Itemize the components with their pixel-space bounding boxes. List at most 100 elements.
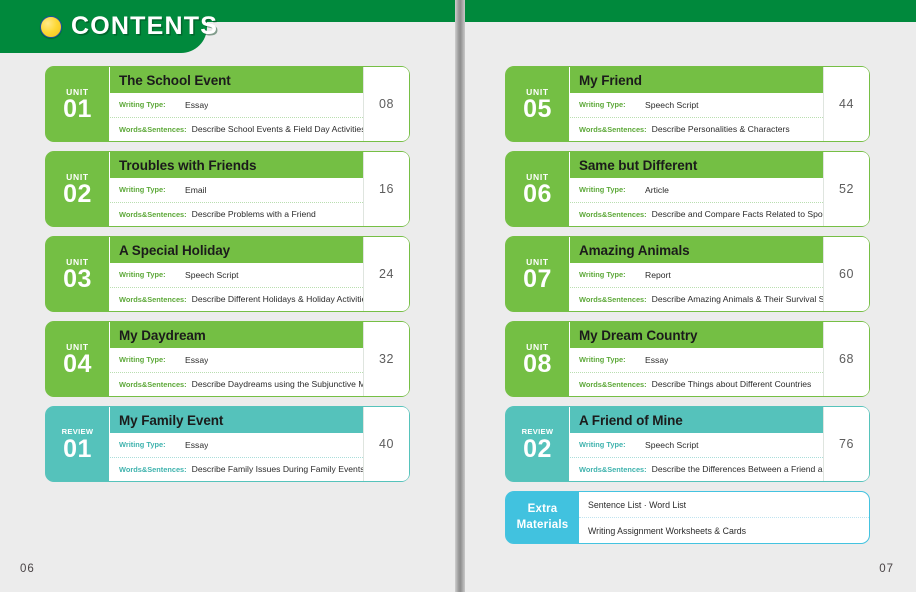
entry-body: Amazing Animals Writing Type: Report Words&… — [569, 237, 823, 311]
entry-body: Same but Different Writing Type: Article Wo… — [569, 152, 823, 226]
writing-type-value: Report — [645, 269, 671, 280]
book-spine — [455, 0, 465, 592]
contents-entry-card[interactable]: UNIT 04 My Daydream Writing Type: Essay Words… — [45, 321, 410, 397]
folio-right: 07 — [879, 563, 894, 575]
writing-type-label: Writing Type: — [579, 100, 626, 110]
words-sentences-value: Describe the Differences Between a Frien… — [651, 464, 823, 475]
entry-number: 01 — [63, 95, 92, 124]
sun-circle-icon — [40, 15, 62, 38]
writing-type-label: Writing Type: — [579, 185, 626, 195]
entry-title: A Friend of Mine — [570, 407, 823, 433]
writing-type-row: Writing Type: Essay — [110, 433, 363, 457]
entry-body: A Friend of Mine Writing Type: Speech Scri… — [569, 407, 823, 481]
writing-type-value: Essay — [645, 354, 669, 365]
writing-type-row: Writing Type: Essay — [110, 93, 363, 117]
contents-entry-card[interactable]: UNIT 02 Troubles with Friends Writing Type:… — [45, 151, 410, 227]
words-sentences-row: Words&Sentences: Describe Daydreams using… — [110, 371, 363, 396]
writing-type-label: Writing Type: — [119, 100, 166, 110]
entry-page-number: 08 — [363, 67, 409, 141]
contents-entry-card[interactable]: UNIT 01 The School Event Writing Type: Essay… — [45, 66, 410, 142]
entry-badge: REVIEW 01 — [46, 407, 109, 481]
right-page-unit-list: UNIT 05 My Friend Writing Type: Speech Scrip… — [505, 66, 870, 544]
writing-type-label: Writing Type: — [119, 440, 166, 450]
contents-spread: CONTENTS UNIT 01 The School Event Writing T… — [0, 0, 916, 592]
words-sentences-value: Describe and Compare Facts Related to Sp… — [651, 209, 823, 220]
words-sentences-value: Describe School Events & Field Day Activ… — [191, 124, 363, 135]
writing-type-value: Email — [185, 184, 207, 195]
entry-page-number: 60 — [823, 237, 869, 311]
writing-type-row: Writing Type: Article — [570, 178, 823, 202]
entry-title: My Dream Country — [570, 322, 823, 348]
writing-type-row: Writing Type: Speech Script — [570, 93, 823, 117]
entry-number: 07 — [523, 265, 552, 294]
words-sentences-row: Words&Sentences: Describe the Differences… — [570, 456, 823, 481]
page-title: CONTENTS — [71, 12, 219, 40]
words-sentences-value: Describe Problems with a Friend — [191, 209, 316, 220]
entry-number: 04 — [63, 350, 92, 379]
entry-body: My Daydream Writing Type: Essay Words&Sente… — [109, 322, 363, 396]
extra-materials-card[interactable]: Extra Materials Sentence List · Word List W… — [505, 491, 870, 544]
words-sentences-value: Describe Personalities & Characters — [651, 124, 790, 135]
contents-entry-card[interactable]: REVIEW 02 A Friend of Mine Writing Type: Spe… — [505, 406, 870, 482]
entry-page-number: 68 — [823, 322, 869, 396]
contents-entry-card[interactable]: UNIT 05 My Friend Writing Type: Speech Scrip… — [505, 66, 870, 142]
words-sentences-row: Words&Sentences: Describe Problems with a… — [110, 201, 363, 226]
words-sentences-label: Words&Sentences: — [579, 379, 647, 389]
words-sentences-row: Words&Sentences: Describe School Events &… — [110, 116, 363, 141]
entry-page-number: 16 — [363, 152, 409, 226]
writing-type-label: Writing Type: — [579, 355, 626, 365]
words-sentences-label: Words&Sentences: — [579, 209, 647, 219]
words-sentences-label: Words&Sentences: — [119, 124, 187, 134]
entry-badge: UNIT 04 — [46, 322, 109, 396]
entry-badge: UNIT 08 — [506, 322, 569, 396]
extra-materials-row-2: Writing Assignment Worksheets & Cards — [579, 517, 869, 543]
entry-badge: UNIT 01 — [46, 67, 109, 141]
words-sentences-value: Describe Family Issues During Family Eve… — [191, 464, 363, 475]
words-sentences-label: Words&Sentences: — [119, 294, 187, 304]
contents-entry-card[interactable]: REVIEW 01 My Family Event Writing Type: Essa… — [45, 406, 410, 482]
contents-entry-card[interactable]: UNIT 07 Amazing Animals Writing Type: Report… — [505, 236, 870, 312]
entry-badge: UNIT 03 — [46, 237, 109, 311]
words-sentences-value: Describe Daydreams using the Subjunctive… — [191, 379, 363, 390]
writing-type-row: Writing Type: Essay — [570, 348, 823, 372]
words-sentences-value: Describe Amazing Animals & Their Surviva… — [651, 294, 823, 305]
extra-materials-row-1: Sentence List · Word List — [588, 499, 687, 510]
words-sentences-label: Words&Sentences: — [579, 464, 647, 474]
entry-number: 05 — [523, 95, 552, 124]
words-sentences-row: Words&Sentences: Describe Family Issues D… — [110, 456, 363, 481]
writing-type-label: Writing Type: — [119, 270, 166, 280]
words-sentences-row: Words&Sentences: Describe and Compare Fac… — [570, 201, 823, 226]
entry-body: Troubles with Friends Writing Type: Email W… — [109, 152, 363, 226]
contents-entry-card[interactable]: UNIT 08 My Dream Country Writing Type: Essay… — [505, 321, 870, 397]
words-sentences-value: Describe Different Holidays & Holiday Ac… — [191, 294, 363, 305]
entry-title: My Family Event — [110, 407, 363, 433]
entry-badge: UNIT 05 — [506, 67, 569, 141]
entry-title: Troubles with Friends — [110, 152, 363, 178]
writing-type-label: Writing Type: — [119, 355, 166, 365]
contents-entry-card[interactable]: UNIT 06 Same but Different Writing Type: Art… — [505, 151, 870, 227]
writing-type-row: Writing Type: Report — [570, 263, 823, 287]
entry-badge: UNIT 06 — [506, 152, 569, 226]
entry-title: My Daydream — [110, 322, 363, 348]
contents-entry-card[interactable]: UNIT 03 A Special Holiday Writing Type: Spee… — [45, 236, 410, 312]
entry-number: 03 — [63, 265, 92, 294]
writing-type-row: Writing Type: Email — [110, 178, 363, 202]
entry-number: 06 — [523, 180, 552, 209]
words-sentences-row: Words&Sentences: Describe Things about Di… — [570, 371, 823, 396]
writing-type-value: Essay — [185, 439, 209, 450]
entry-title: A Special Holiday — [110, 237, 363, 263]
writing-type-row: Writing Type: Speech Script — [570, 433, 823, 457]
writing-type-value: Speech Script — [185, 269, 239, 280]
left-page-unit-list: UNIT 01 The School Event Writing Type: Essay… — [45, 66, 410, 491]
extra-materials-badge-line1: Extra — [527, 502, 558, 515]
entry-body: My Dream Country Writing Type: Essay Words&… — [569, 322, 823, 396]
entry-title: Same but Different — [570, 152, 823, 178]
writing-type-label: Writing Type: — [579, 270, 626, 280]
writing-type-value: Essay — [185, 99, 209, 110]
words-sentences-value: Describe Things about Different Countrie… — [651, 379, 812, 390]
entry-badge: UNIT 07 — [506, 237, 569, 311]
contents-header: CONTENTS — [40, 14, 218, 39]
words-sentences-row: Words&Sentences: Describe Amazing Animals… — [570, 286, 823, 311]
writing-type-label: Writing Type: — [119, 185, 166, 195]
words-sentences-label: Words&Sentences: — [579, 294, 647, 304]
